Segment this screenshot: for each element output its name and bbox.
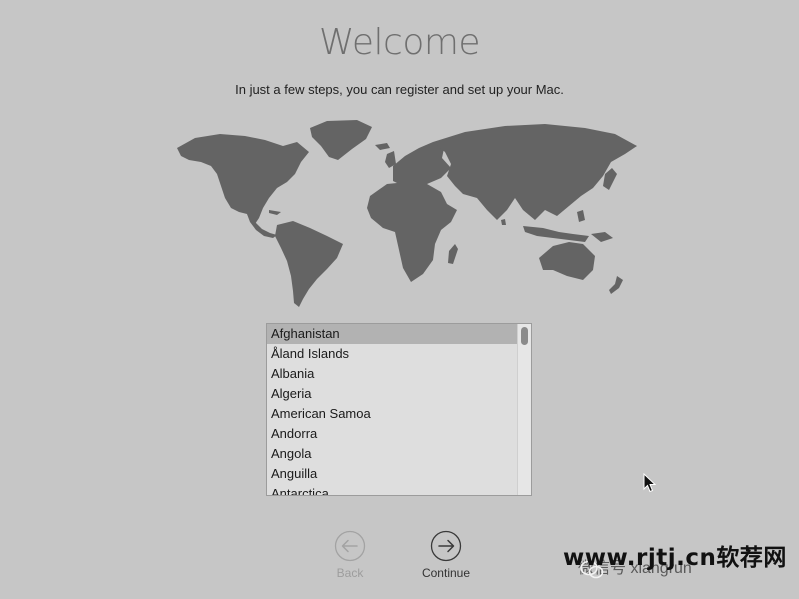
greenland-shape xyxy=(310,120,372,160)
philippines-shape xyxy=(577,210,585,222)
page-subtitle: In just a few steps, you can register an… xyxy=(235,82,564,97)
list-item-andorra[interactable]: Andorra xyxy=(267,424,518,444)
caribbean-shape xyxy=(269,210,281,215)
continue-button-label: Continue xyxy=(421,566,471,580)
back-button-label: Back xyxy=(336,566,364,580)
list-scrollbar[interactable] xyxy=(517,324,531,495)
north-america-shape xyxy=(177,134,309,224)
list-item-antarctica[interactable]: Antarctica xyxy=(267,484,518,495)
list-item-aland-islands[interactable]: Åland Islands xyxy=(267,344,518,364)
continue-button[interactable]: Continue xyxy=(401,530,491,582)
south-america-shape xyxy=(275,221,343,307)
back-button[interactable]: Back xyxy=(305,530,395,582)
arrow-left-circle-icon xyxy=(334,530,366,562)
list-item-angola[interactable]: Angola xyxy=(267,444,518,464)
list-item-albania[interactable]: Albania xyxy=(267,364,518,384)
list-item-algeria[interactable]: Algeria xyxy=(267,384,518,404)
country-list[interactable]: Afghanistan Åland Islands Albania Algeri… xyxy=(266,323,532,496)
list-item-american-samoa[interactable]: American Samoa xyxy=(267,404,518,424)
world-map xyxy=(177,120,637,307)
scrollbar-thumb[interactable] xyxy=(521,327,528,345)
new-zealand-shape xyxy=(609,276,623,294)
new-guinea-shape xyxy=(591,232,613,242)
asia-shape xyxy=(433,124,637,220)
australia-shape xyxy=(539,242,595,280)
arrow-right-circle-icon xyxy=(430,530,462,562)
mouse-pointer-icon xyxy=(643,473,657,493)
list-item-afghanistan[interactable]: Afghanistan xyxy=(267,324,518,344)
list-item-anguilla[interactable]: Anguilla xyxy=(267,464,518,484)
watermark-site-text: www.rjtj.cn软荐网 xyxy=(563,545,787,571)
iceland-shape xyxy=(375,143,390,150)
sri-lanka-shape xyxy=(501,219,506,225)
africa-shape xyxy=(367,182,457,282)
page-title: Welcome xyxy=(318,22,481,63)
indonesia-shape xyxy=(523,226,589,242)
madagascar-shape xyxy=(448,244,458,264)
